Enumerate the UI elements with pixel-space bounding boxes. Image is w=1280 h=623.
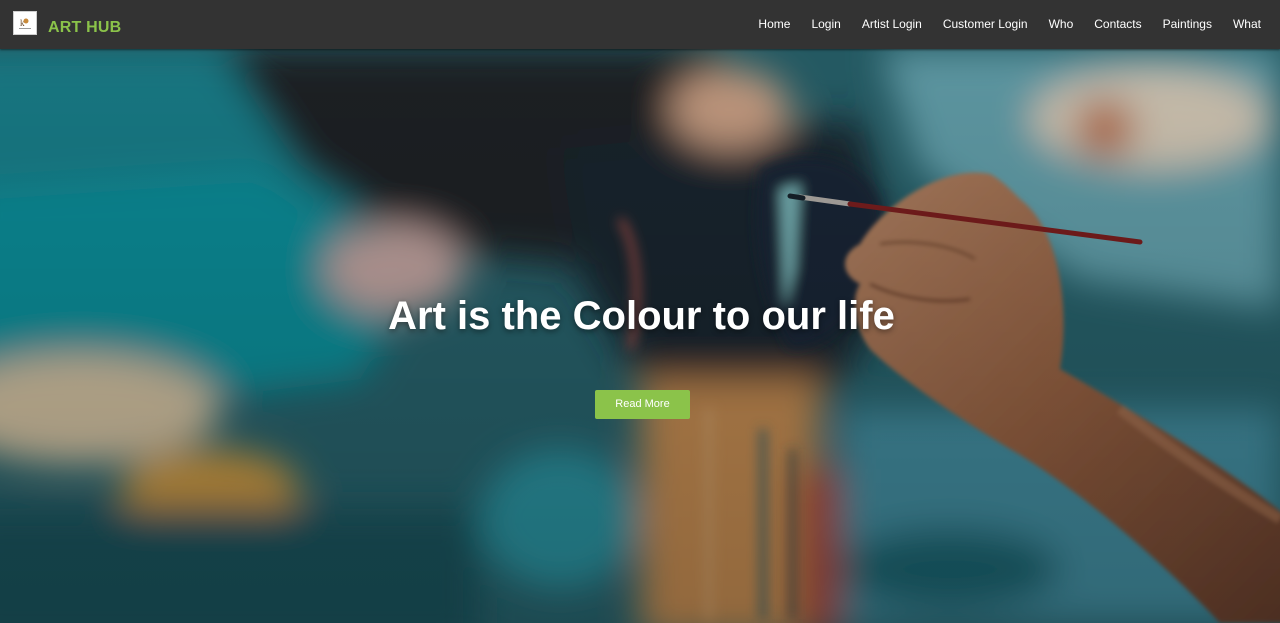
- nav-menu: Home Login Artist Login Customer Login W…: [737, 17, 1261, 31]
- hero-section: Art is the Colour to our life Read More: [0, 49, 1280, 623]
- hero-content: Art is the Colour to our life Read More: [0, 49, 1280, 623]
- nav-link-artist-login[interactable]: Artist Login: [862, 17, 922, 31]
- nav-link-contacts[interactable]: Contacts: [1094, 17, 1141, 31]
- nav-link-home[interactable]: Home: [758, 17, 790, 31]
- brand-name[interactable]: ART HUB: [48, 19, 121, 37]
- page: k ART HUB Home Login Artist Login Custom…: [0, 0, 1280, 623]
- nav-link-paintings[interactable]: Paintings: [1163, 17, 1212, 31]
- navbar: k ART HUB Home Login Artist Login Custom…: [0, 0, 1280, 49]
- art-hub-logo-icon[interactable]: k: [13, 11, 37, 35]
- nav-link-login[interactable]: Login: [811, 17, 840, 31]
- nav-link-who[interactable]: Who: [1049, 17, 1074, 31]
- nav-link-what[interactable]: What: [1233, 17, 1261, 31]
- read-more-button[interactable]: Read More: [595, 390, 690, 419]
- hero-title: Art is the Colour to our life: [388, 294, 895, 338]
- nav-link-customer-login[interactable]: Customer Login: [943, 17, 1028, 31]
